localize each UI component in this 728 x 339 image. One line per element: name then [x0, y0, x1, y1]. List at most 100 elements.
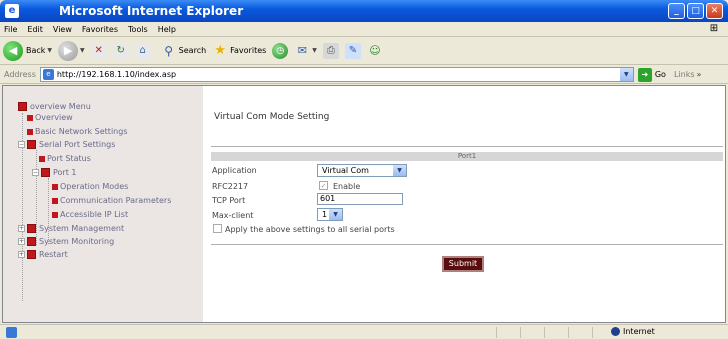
mail-button[interactable]: ✉ ▼ [294, 43, 317, 59]
chevron-down-icon: ▼ [329, 209, 342, 220]
history-button[interactable]: ◷ [272, 42, 289, 59]
home-icon: ⌂ [134, 42, 151, 59]
print-button[interactable]: ⎙ [322, 42, 339, 59]
expand-icon[interactable]: + [18, 225, 25, 232]
menu-view[interactable]: View [53, 25, 72, 34]
max-client-select[interactable]: 1 ▼ [317, 208, 343, 221]
nav-item-basic-network[interactable]: Basic Network Settings [27, 127, 127, 136]
divider [211, 244, 723, 245]
address-input[interactable]: e http://192.168.1.10/index.asp ▼ [39, 67, 634, 82]
menu-favorites[interactable]: Favorites [82, 25, 118, 34]
maximize-button[interactable]: □ [687, 3, 704, 19]
application-select[interactable]: Virtual Com ▼ [317, 164, 407, 177]
apply-all-checkbox[interactable] [213, 224, 222, 233]
menu-file[interactable]: File [4, 25, 17, 34]
favorites-button[interactable]: ★ Favorites [212, 43, 266, 59]
address-bar: Address e http://192.168.1.10/index.asp … [0, 66, 728, 84]
nav-item-operation-modes[interactable]: Operation Modes [52, 182, 128, 191]
edit-icon: ✎ [344, 42, 361, 59]
search-icon: ⚲ [164, 43, 174, 58]
forward-dropdown-icon[interactable]: ▼ [80, 47, 85, 54]
refresh-button[interactable]: ↻ [112, 42, 129, 59]
expand-icon[interactable]: + [18, 238, 25, 245]
collapse-icon[interactable]: − [18, 141, 25, 148]
page-bullet-icon [52, 183, 58, 190]
zone-label: Internet [623, 327, 655, 336]
security-zone: Internet [611, 327, 655, 336]
go-label: Go [654, 70, 666, 79]
toolbar: ◀ Back ▼ ▶ ▼ ✕ ↻ ⌂ ⚲ Search ★ Favorites … [0, 37, 728, 65]
menu-help[interactable]: Help [158, 25, 176, 34]
folder-icon [27, 237, 36, 246]
page-status-icon [6, 326, 17, 338]
windows-logo-icon: ⊞ [709, 23, 719, 34]
chevron-right-icon[interactable]: » [697, 70, 702, 79]
print-icon: ⎙ [322, 42, 339, 59]
address-dropdown-icon[interactable]: ▼ [619, 68, 633, 81]
minimize-button[interactable]: _ [668, 3, 685, 19]
edit-button[interactable]: ✎ [344, 42, 361, 59]
page-title: Virtual Com Mode Setting [214, 112, 330, 122]
refresh-icon: ↻ [112, 42, 129, 59]
max-client-value: 1 [322, 210, 328, 219]
stop-icon: ✕ [90, 42, 107, 59]
stop-button[interactable]: ✕ [90, 42, 107, 59]
folder-icon [27, 140, 36, 149]
nav-item-port-status[interactable]: Port Status [39, 154, 91, 163]
menu-edit[interactable]: Edit [27, 25, 43, 34]
nav-item-port1[interactable]: − Port 1 [32, 168, 77, 177]
favorites-label: Favorites [230, 46, 267, 55]
ie-app-icon[interactable]: e [5, 4, 19, 18]
page-content: overview Menu Overview Basic Network Set… [2, 85, 726, 323]
go-arrow-icon: ➜ [637, 67, 652, 82]
nav-root[interactable]: overview Menu [18, 102, 91, 111]
folder-icon [18, 102, 27, 111]
mail-dropdown-icon[interactable]: ▼ [312, 47, 317, 54]
close-button[interactable]: ✕ [706, 3, 723, 19]
tcp-port-input[interactable]: 601 [317, 193, 403, 205]
favorites-star-icon: ★ [214, 42, 226, 58]
collapse-icon[interactable]: − [32, 169, 39, 176]
nav-item-serial-port[interactable]: − Serial Port Settings [18, 140, 115, 149]
nav-item-restart[interactable]: + Restart [18, 250, 68, 259]
application-label: Application [212, 166, 257, 175]
back-button[interactable]: ◀ Back ▼ [3, 40, 52, 61]
nav-item-communication-parameters[interactable]: Communication Parameters [52, 196, 171, 205]
nav-item-system-management[interactable]: + System Management [18, 224, 124, 233]
back-label: Back [26, 46, 46, 55]
links-button[interactable]: Links [674, 70, 695, 79]
expand-icon[interactable]: + [18, 251, 25, 258]
chevron-down-icon: ▼ [393, 165, 406, 176]
menu-tools[interactable]: Tools [128, 25, 148, 34]
title-bar: e Microsoft Internet Explorer _ □ ✕ [0, 0, 728, 22]
rfc2217-label: RFC2217 [212, 182, 249, 191]
folder-icon [41, 168, 50, 177]
messenger-icon: ☺ [369, 43, 381, 57]
history-icon: ◷ [272, 42, 289, 59]
submit-button[interactable]: Submit [442, 256, 484, 272]
home-button[interactable]: ⌂ [134, 42, 151, 59]
rfc2217-enable-checkbox[interactable]: ✓ [319, 181, 328, 190]
rfc2217-enable-label: Enable [333, 182, 361, 191]
page-bullet-icon [52, 211, 58, 218]
go-button[interactable]: ➜ Go [637, 67, 666, 82]
search-button[interactable]: ⚲ Search [161, 43, 206, 59]
status-bar: Internet [0, 324, 728, 339]
back-dropdown-icon[interactable]: ▼ [47, 47, 52, 54]
folder-icon [27, 250, 36, 259]
forward-button[interactable]: ▶ ▼ [58, 40, 85, 61]
messenger-button[interactable]: ☺ [367, 43, 383, 59]
mail-icon: ✉ [297, 43, 307, 57]
application-value: Virtual Com [322, 166, 369, 175]
nav-item-system-monitoring[interactable]: + System Monitoring [18, 237, 114, 246]
nav-item-accessible-ip[interactable]: Accessible IP List [52, 210, 128, 219]
globe-icon [611, 327, 620, 336]
port-header: Port1 [211, 152, 723, 161]
window-title: Microsoft Internet Explorer [59, 4, 244, 18]
back-arrow-icon: ◀ [3, 40, 23, 61]
nav-item-overview[interactable]: Overview [27, 113, 73, 122]
address-url[interactable]: http://192.168.1.10/index.asp [57, 70, 176, 79]
search-label: Search [178, 46, 207, 55]
page-bullet-icon [52, 197, 58, 204]
page-bullet-icon [27, 128, 33, 135]
